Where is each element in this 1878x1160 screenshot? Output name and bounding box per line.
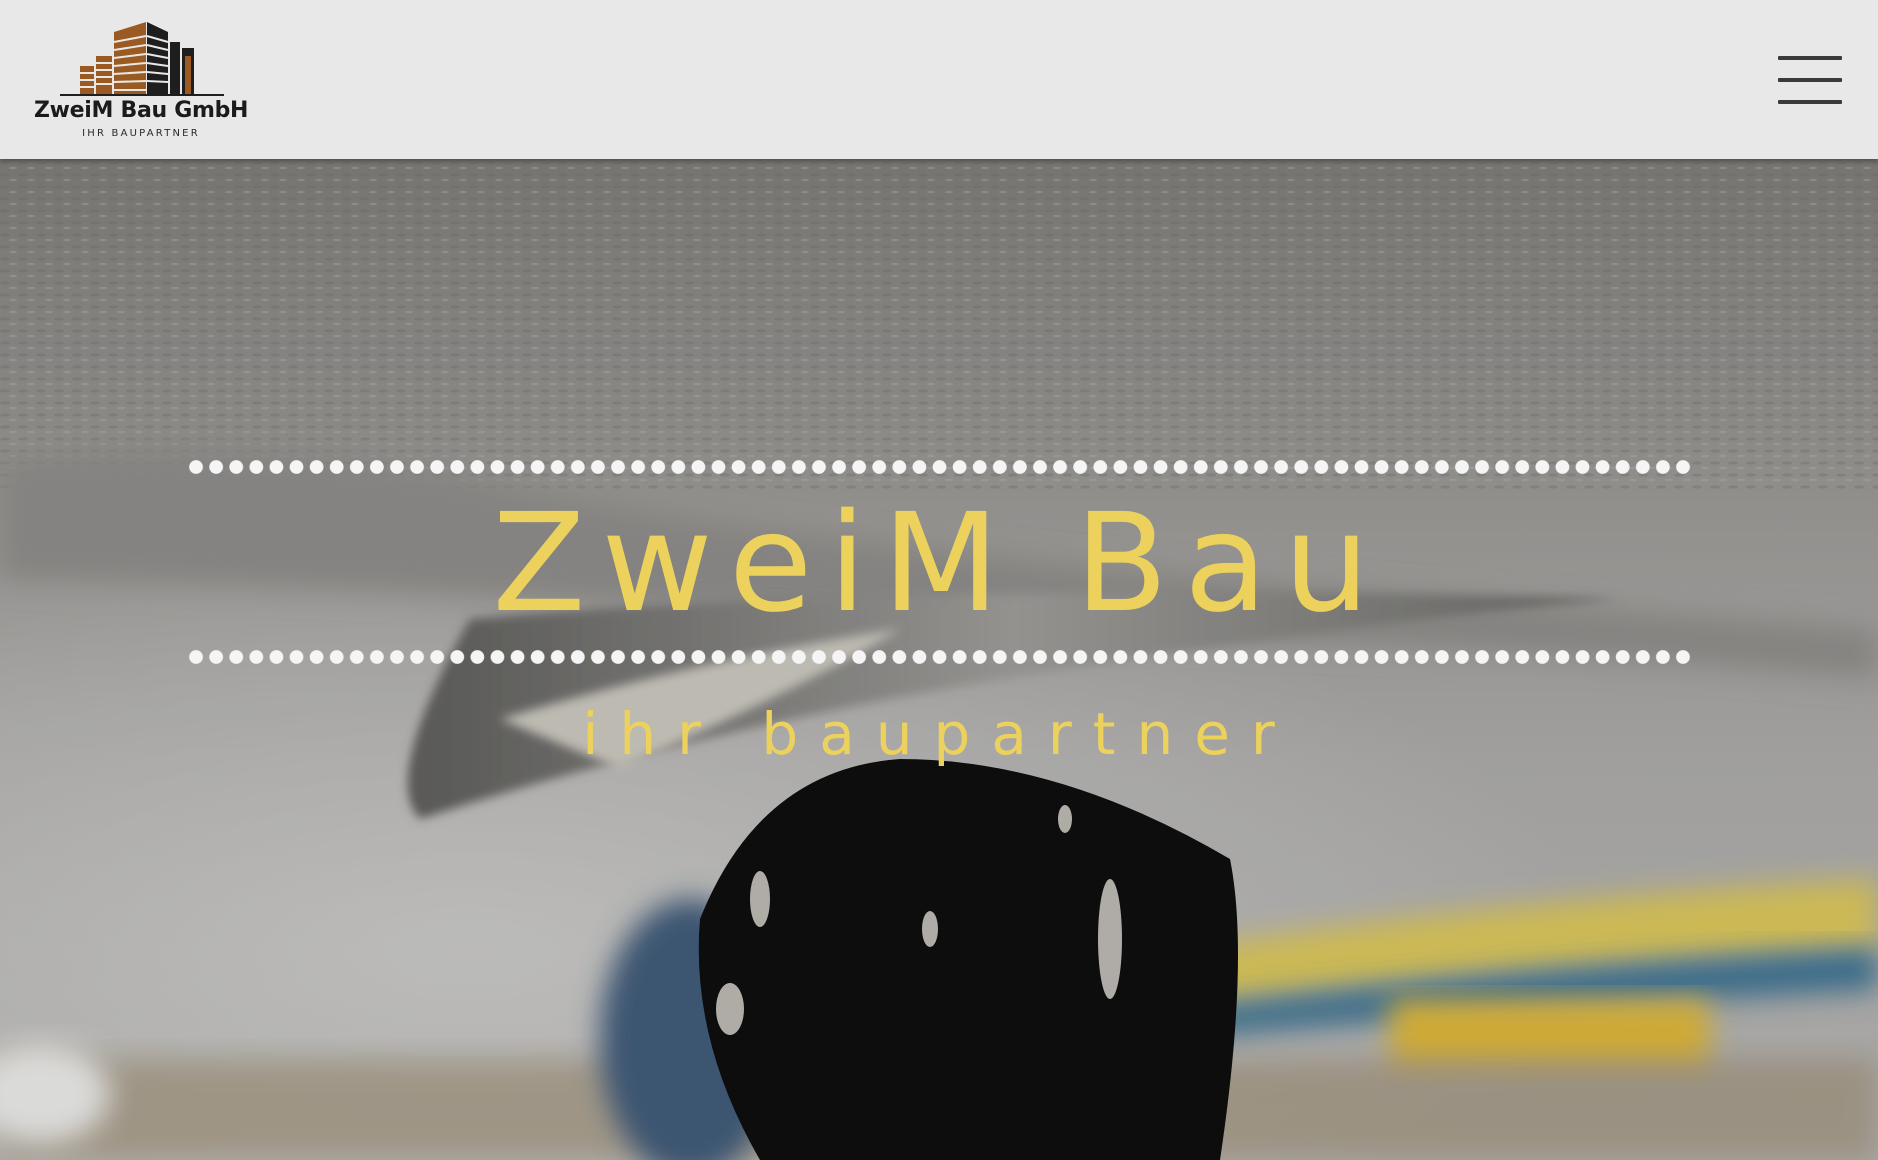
dotted-divider-top bbox=[186, 460, 1692, 474]
hero-title: ZweiM Bau bbox=[492, 485, 1386, 643]
hamburger-menu-icon[interactable] bbox=[1778, 56, 1842, 104]
building-icon bbox=[60, 22, 224, 96]
logo-tagline: IHR BAUPARTNER bbox=[82, 128, 200, 139]
page: ZweiM Bau GmbH IHR BAUPARTNER ZweiM Bau … bbox=[0, 0, 1878, 1160]
menu-bar-top bbox=[1778, 56, 1842, 60]
site-header: ZweiM Bau GmbH IHR BAUPARTNER bbox=[0, 0, 1878, 159]
hero-section: ZweiM Bau ihr baupartner bbox=[0, 159, 1878, 1160]
logo-link[interactable]: ZweiM Bau GmbH IHR BAUPARTNER bbox=[34, 18, 248, 142]
menu-bar-bottom bbox=[1778, 100, 1842, 104]
logo-name: ZweiM Bau GmbH bbox=[34, 98, 249, 123]
menu-bar-middle bbox=[1778, 78, 1842, 82]
dotted-divider-bottom bbox=[186, 650, 1692, 664]
hero-subtitle: ihr baupartner bbox=[582, 700, 1296, 768]
